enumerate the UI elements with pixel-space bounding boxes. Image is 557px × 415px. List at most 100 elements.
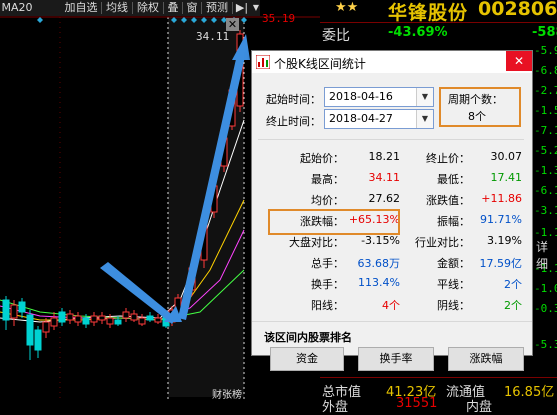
weibi-value: -43.69% bbox=[388, 25, 448, 40]
stat-label: 总手： bbox=[311, 257, 344, 270]
end-time-label: 终止时间： bbox=[266, 115, 321, 128]
add-favorite-button[interactable]: 加自选 bbox=[62, 0, 100, 16]
outer-vol-label: 外盘 bbox=[322, 400, 349, 415]
stat-value: 27.62 bbox=[368, 192, 401, 205]
stat-label: 起始价： bbox=[300, 152, 344, 165]
close-marker-icon[interactable]: ✕ bbox=[226, 18, 239, 31]
close-icon[interactable]: ✕ bbox=[506, 51, 532, 71]
start-date-value: 2018-04-16 bbox=[329, 90, 393, 103]
float-cap-value: 16.85亿 bbox=[504, 385, 555, 400]
stat-label: 涨跌值： bbox=[426, 194, 470, 207]
stat-label: 终止价： bbox=[426, 152, 470, 165]
rating-stars-icon: ★★ bbox=[335, 0, 359, 15]
candle bbox=[50, 317, 58, 327]
dialog-title: 个股K线区间统计 bbox=[274, 57, 366, 71]
candle bbox=[58, 311, 66, 323]
side-value: -1.50 bbox=[534, 104, 557, 117]
toolbar-menu-icon[interactable]: ▼ bbox=[251, 0, 261, 16]
dialog-titlebar[interactable]: 个股K线区间统计 ✕ bbox=[252, 51, 532, 73]
stat-value: 91.71% bbox=[480, 213, 522, 226]
stat-label: 大盘对比： bbox=[289, 236, 344, 249]
jump-end-icon[interactable]: ▶| bbox=[234, 0, 250, 16]
period-label: 周期个数： bbox=[448, 93, 503, 106]
stat-value: 3.19% bbox=[487, 234, 522, 247]
weibi-diff: -588 bbox=[532, 25, 557, 40]
stat-value: 2个 bbox=[504, 278, 522, 291]
candle bbox=[106, 317, 114, 325]
candle bbox=[138, 317, 146, 325]
side-value: -6.85 bbox=[534, 64, 557, 77]
stat-value: 63.68万 bbox=[357, 257, 401, 270]
stat-label: 均价： bbox=[311, 194, 344, 207]
period-value: 8个 bbox=[468, 110, 486, 123]
candle bbox=[130, 313, 138, 321]
side-value: -3.11 bbox=[534, 204, 557, 217]
start-date-picker[interactable]: 2018-04-16 ▼ bbox=[324, 87, 434, 107]
end-date-value: 2018-04-27 bbox=[329, 112, 393, 125]
stat-value: 113.4% bbox=[358, 276, 400, 289]
stat-label: 金额： bbox=[437, 257, 470, 270]
stock-code: 002806 bbox=[478, 0, 557, 20]
candle bbox=[42, 321, 50, 333]
chevron-down-icon[interactable]: ▼ bbox=[416, 88, 433, 106]
peak-price-label: 34.11 bbox=[196, 30, 230, 43]
side-value: -6.11 bbox=[534, 184, 557, 197]
forecast-button[interactable]: 预测 bbox=[203, 0, 231, 16]
stat-value: 34.11 bbox=[368, 171, 401, 184]
ma-button[interactable]: 均线 bbox=[103, 0, 131, 16]
inner-vol-label: 内盘 bbox=[466, 400, 493, 415]
stat-label: 换手： bbox=[311, 278, 344, 291]
stat-value: 17.59亿 bbox=[479, 257, 523, 270]
side-value: -5.27 bbox=[534, 144, 557, 157]
detail-link[interactable]: 详细 bbox=[536, 238, 557, 272]
turnover-rank-button[interactable]: 换手率 bbox=[358, 347, 434, 371]
rank-heading: 该区间内股票排名 bbox=[264, 331, 352, 344]
range-stats-dialog: 个股K线区间统计 ✕ 起始时间： 2018-04-16 ▼ 终止时间： 2018… bbox=[251, 50, 533, 371]
stat-value: 18.21 bbox=[368, 150, 401, 163]
candle bbox=[154, 317, 162, 323]
side-value: -7.18 bbox=[534, 124, 557, 137]
stat-label: 平线： bbox=[437, 278, 470, 291]
side-value: -0.34 bbox=[534, 302, 557, 315]
side-value: -5.30 bbox=[534, 338, 557, 351]
stat-value: 4个 bbox=[382, 299, 400, 312]
candle bbox=[82, 317, 90, 325]
change-rank-button[interactable]: 涨跌幅 bbox=[448, 347, 524, 371]
stat-value: +11.86 bbox=[481, 192, 522, 205]
stat-value: 17.41 bbox=[490, 171, 523, 184]
candle bbox=[146, 315, 154, 321]
candle bbox=[2, 299, 10, 321]
price-max-label: 35.19 bbox=[262, 12, 296, 25]
candle bbox=[122, 311, 130, 319]
side-value: -1.00 bbox=[534, 282, 557, 295]
stat-label: 最高： bbox=[311, 173, 344, 186]
stat-label: 最低： bbox=[437, 173, 470, 186]
stat-value: -3.15% bbox=[361, 234, 400, 247]
stat-label: 行业对比： bbox=[415, 236, 470, 249]
candle bbox=[66, 313, 74, 321]
candle bbox=[90, 315, 98, 323]
overlay-button[interactable]: 叠 bbox=[165, 0, 181, 16]
side-value: -5.91 bbox=[534, 44, 557, 57]
candle bbox=[18, 301, 26, 313]
candle bbox=[34, 329, 42, 351]
chart-bottom-label: 财张榜 bbox=[212, 390, 242, 401]
end-date-picker[interactable]: 2018-04-27 ▼ bbox=[324, 109, 434, 129]
start-time-label: 起始时间： bbox=[266, 93, 321, 106]
candle bbox=[114, 319, 122, 325]
stat-label: 阴线： bbox=[437, 299, 470, 312]
stat-value: 2个 bbox=[504, 299, 522, 312]
capital-rank-button[interactable]: 资金 bbox=[270, 347, 344, 371]
stat-value: 30.07 bbox=[490, 150, 523, 163]
window-button[interactable]: 窗 bbox=[184, 0, 200, 16]
candle bbox=[26, 314, 34, 346]
weibi-label: 委比 bbox=[322, 28, 350, 44]
candle bbox=[98, 315, 106, 321]
side-value: -1.33 bbox=[534, 164, 557, 177]
exright-button[interactable]: 除权 bbox=[134, 0, 162, 16]
chevron-down-icon[interactable]: ▼ bbox=[416, 110, 433, 128]
ma20-label: MA20 bbox=[1, 1, 33, 14]
side-value: -2.71 bbox=[534, 84, 557, 97]
candle bbox=[74, 315, 82, 323]
app-icon bbox=[256, 55, 270, 69]
